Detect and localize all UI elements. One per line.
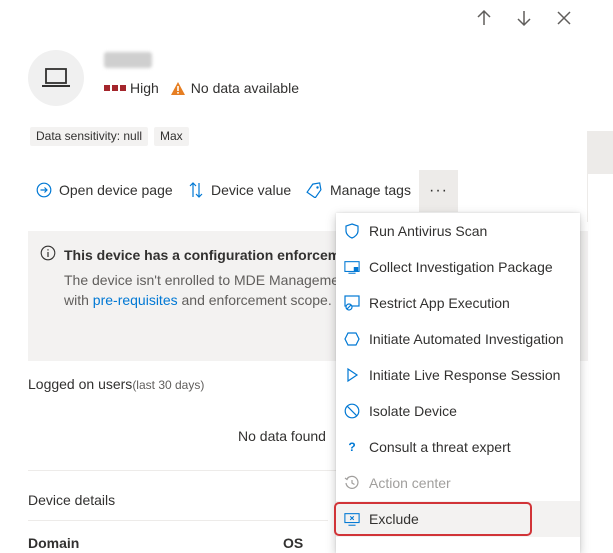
arrow-down-icon [517, 11, 531, 27]
menu-item-label: Collect Investigation Package [369, 259, 553, 275]
previous-arrow-button[interactable] [473, 7, 495, 29]
severity-bars-icon [104, 85, 126, 91]
banner-line2: with pre-requisites and enforcement scop… [64, 292, 332, 308]
banner-line2-prefix: with [64, 292, 93, 308]
menu-item-isolate-device[interactable]: Isolate Device [336, 393, 580, 429]
close-button[interactable] [553, 7, 575, 29]
tag-icon [306, 182, 322, 198]
banner-title: This device has a configuration enforcem… [64, 247, 357, 263]
menu-item-collect-investigation-package[interactable]: Collect Investigation Package [336, 249, 580, 285]
side-panel-strip-2 [587, 174, 613, 222]
device-details-title: Device details [28, 492, 116, 508]
menu-item-label: Initiate Live Response Session [369, 367, 561, 383]
menu-item-label: Restrict App Execution [369, 295, 510, 311]
tag-max: Max [154, 127, 189, 146]
history-icon [344, 475, 360, 491]
data-status-text: No data available [190, 80, 299, 96]
banner-line2-suffix: and enforcement scope. [177, 292, 332, 308]
open-device-page-button[interactable]: Open device page [36, 182, 173, 198]
more-actions-label: ··· [429, 182, 448, 199]
logged-on-users-heading: Logged on users(last 30 days) [28, 376, 204, 392]
menu-item-consult-threat-expert[interactable]: ? Consult a threat expert [336, 429, 580, 465]
menu-item-action-center[interactable]: Action center [336, 465, 580, 501]
play-icon [344, 367, 360, 383]
menu-item-label: Initiate Automated Investigation [369, 331, 564, 347]
tag-data-sensitivity: Data sensitivity: null [30, 127, 149, 146]
menu-item-run-antivirus-scan[interactable]: Run Antivirus Scan [336, 213, 580, 249]
restrict-app-icon [344, 295, 360, 311]
menu-item-restrict-app-execution[interactable]: Restrict App Execution [336, 285, 580, 321]
laptop-icon [42, 68, 70, 87]
sort-arrows-icon [189, 182, 203, 198]
exclude-highlight-box [334, 502, 532, 536]
close-icon [557, 11, 571, 25]
logged-on-users-label: Logged on users [28, 376, 133, 392]
device-name-redacted [104, 52, 152, 68]
more-actions-button[interactable]: ··· [419, 170, 458, 212]
side-panel-strip [587, 131, 613, 174]
package-icon [344, 259, 360, 275]
domain-column-header: Domain [28, 535, 80, 551]
menu-item-label: Action center [369, 475, 451, 491]
next-arrow-button[interactable] [513, 7, 535, 29]
manage-tags-button[interactable]: Manage tags [305, 182, 411, 198]
severity-label: High [130, 80, 159, 96]
device-value-label: Device value [211, 182, 292, 198]
banner-line1: The device isn't enrolled to MDE Managem… [64, 272, 340, 288]
prerequisites-link[interactable]: pre-requisites [93, 292, 178, 308]
block-icon [344, 403, 360, 419]
question-icon: ? [348, 440, 356, 454]
menu-item-label: Isolate Device [369, 403, 457, 419]
os-column-header: OS [283, 535, 304, 551]
arrow-circle-icon [36, 182, 52, 198]
shield-icon [344, 223, 360, 239]
info-icon [40, 245, 56, 261]
device-value-button[interactable]: Device value [188, 182, 291, 198]
manage-tags-label: Manage tags [330, 182, 411, 198]
menu-item-initiate-automated-investigation[interactable]: Initiate Automated Investigation [336, 321, 580, 357]
menu-item-initiate-live-response-session[interactable]: Initiate Live Response Session [336, 357, 580, 393]
menu-item-label: Run Antivirus Scan [369, 223, 488, 239]
logged-on-users-sub: (last 30 days) [132, 378, 205, 392]
hexagon-icon [344, 331, 360, 347]
device-avatar [28, 50, 84, 106]
no-data-found-text: No data found [238, 428, 326, 444]
warning-icon [170, 81, 185, 95]
details-divider [28, 520, 328, 521]
device-status-row: High No data available [104, 80, 299, 96]
menu-item-label: Consult a threat expert [369, 439, 511, 455]
arrow-up-icon [477, 9, 491, 25]
open-device-page-label: Open device page [59, 182, 173, 198]
